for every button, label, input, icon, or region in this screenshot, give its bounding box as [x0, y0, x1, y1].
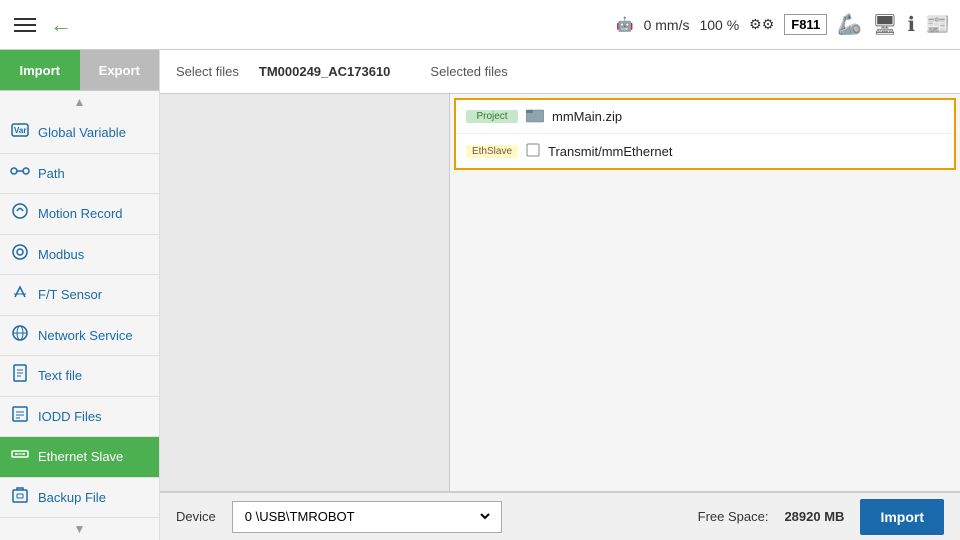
tab-buttons: Import Export — [0, 50, 159, 91]
ft-sensor-icon — [10, 282, 30, 307]
sidebar-label-modbus: Modbus — [38, 247, 84, 262]
sidebar-item-network-service[interactable]: Network Service — [0, 316, 159, 357]
left-file-panel — [160, 94, 450, 491]
sidebar-item-modbus[interactable]: Modbus — [0, 235, 159, 276]
file-folder-icon — [526, 107, 544, 126]
speed-display: 0 mm/s — [644, 17, 690, 33]
sidebar-label-text-file: Text file — [38, 368, 82, 383]
sidebar-item-global-variable[interactable]: Var Global Variable — [0, 113, 159, 154]
document-icon[interactable]: 📰 — [925, 12, 950, 37]
export-tab[interactable]: Export — [80, 50, 160, 90]
robot-arm-icon[interactable]: 🦾 — [837, 12, 862, 37]
monitor-icon[interactable]: 🖥 — [872, 12, 897, 37]
robot-icon: 🤖 — [616, 16, 633, 33]
device-label: Device — [176, 509, 216, 524]
right-file-panel: Project mmMain.zip EthSlave Transmit/mmE… — [450, 94, 960, 491]
file-name-project: mmMain.zip — [552, 109, 622, 124]
speed-value: 0 mm/s — [644, 17, 690, 33]
iodd-files-icon — [10, 404, 30, 429]
import-button[interactable]: Import — [860, 499, 944, 535]
sidebar-label-network-service: Network Service — [38, 328, 133, 343]
back-button[interactable]: ← — [50, 14, 72, 36]
file-row-project[interactable]: Project mmMain.zip — [456, 100, 954, 134]
modbus-icon — [10, 242, 30, 267]
global-variable-icon: Var — [10, 120, 30, 145]
top-bar: ← 🤖 0 mm/s 100 % ⚙⚙ F811 🦾 🖥 ℹ 📰 — [0, 0, 960, 50]
sidebar-label-backup-file: Backup File — [38, 490, 106, 505]
device-select-wrapper[interactable]: 0 \USB\TMROBOT — [232, 501, 502, 533]
ethernet-slave-icon — [10, 444, 30, 469]
scroll-down-arrow[interactable]: ▼ — [0, 518, 159, 540]
connection-icon: ⚙⚙ — [749, 16, 774, 33]
text-file-icon — [10, 363, 30, 388]
sidebar-label-ethernet-slave: Ethernet Slave — [38, 449, 123, 464]
sidebar-item-text-file[interactable]: Text file — [0, 356, 159, 397]
sidebar-label-path: Path — [38, 166, 65, 181]
sidebar-item-backup-file[interactable]: Backup File — [0, 478, 159, 519]
network-service-icon — [10, 323, 30, 348]
sidebar-label-ft-sensor: F/T Sensor — [38, 287, 102, 302]
main-layout: Import Export ▲ Var Global Variable Path… — [0, 50, 960, 540]
backup-file-icon — [10, 485, 30, 510]
device-select-input[interactable]: 0 \USB\TMROBOT — [241, 508, 493, 525]
sidebar-item-path[interactable]: Path — [0, 154, 159, 195]
content-area: Select files TM000249_AC173610 Selected … — [160, 50, 960, 540]
free-space-label: Free Space: — [698, 509, 769, 524]
menu-hamburger[interactable] — [10, 14, 40, 36]
file-panels: Project mmMain.zip EthSlave Transmit/mmE… — [160, 94, 960, 492]
info-icon[interactable]: ℹ — [907, 12, 915, 37]
select-files-label: Select files — [176, 64, 239, 79]
motion-record-icon — [10, 201, 30, 226]
bottom-bar: Device 0 \USB\TMROBOT Free Space: 28920 … — [160, 492, 960, 540]
file-name-ethslave: Transmit/mmEthernet — [548, 144, 673, 159]
status-icons: 🤖 0 mm/s 100 % ⚙⚙ F811 🦾 🖥 ℹ 📰 — [616, 12, 950, 37]
selected-files-list: Project mmMain.zip EthSlave Transmit/mmE… — [454, 98, 956, 170]
file-header: Select files TM000249_AC173610 Selected … — [160, 50, 960, 94]
path-icon — [10, 161, 30, 186]
file-checkbox-icon — [526, 143, 540, 160]
selected-files-label: Selected files — [430, 64, 507, 79]
sidebar-item-motion-record[interactable]: Motion Record — [0, 194, 159, 235]
frame-indicator: F811 — [784, 14, 827, 35]
sidebar-item-iodd-files[interactable]: IODD Files — [0, 397, 159, 438]
file-tag-project: Project — [466, 110, 518, 123]
sidebar-item-ethernet-slave[interactable]: Ethernet Slave — [0, 437, 159, 478]
free-space-value: 28920 MB — [784, 509, 844, 524]
sidebar-label-motion-record: Motion Record — [38, 206, 123, 221]
file-tag-ethslave: EthSlave — [466, 145, 518, 158]
sidebar-label-iodd-files: IODD Files — [38, 409, 102, 424]
file-id: TM000249_AC173610 — [259, 64, 391, 79]
import-tab[interactable]: Import — [0, 50, 80, 90]
sidebar-item-ft-sensor[interactable]: F/T Sensor — [0, 275, 159, 316]
scroll-up-arrow[interactable]: ▲ — [0, 91, 159, 113]
zoom-display: 100 % — [699, 17, 739, 33]
zoom-value: 100 % — [699, 17, 739, 33]
sidebar: Import Export ▲ Var Global Variable Path… — [0, 50, 160, 540]
sidebar-label-global-variable: Global Variable — [38, 125, 126, 140]
svg-text:Var: Var — [14, 126, 26, 135]
file-row-ethslave[interactable]: EthSlave Transmit/mmEthernet — [456, 134, 954, 168]
